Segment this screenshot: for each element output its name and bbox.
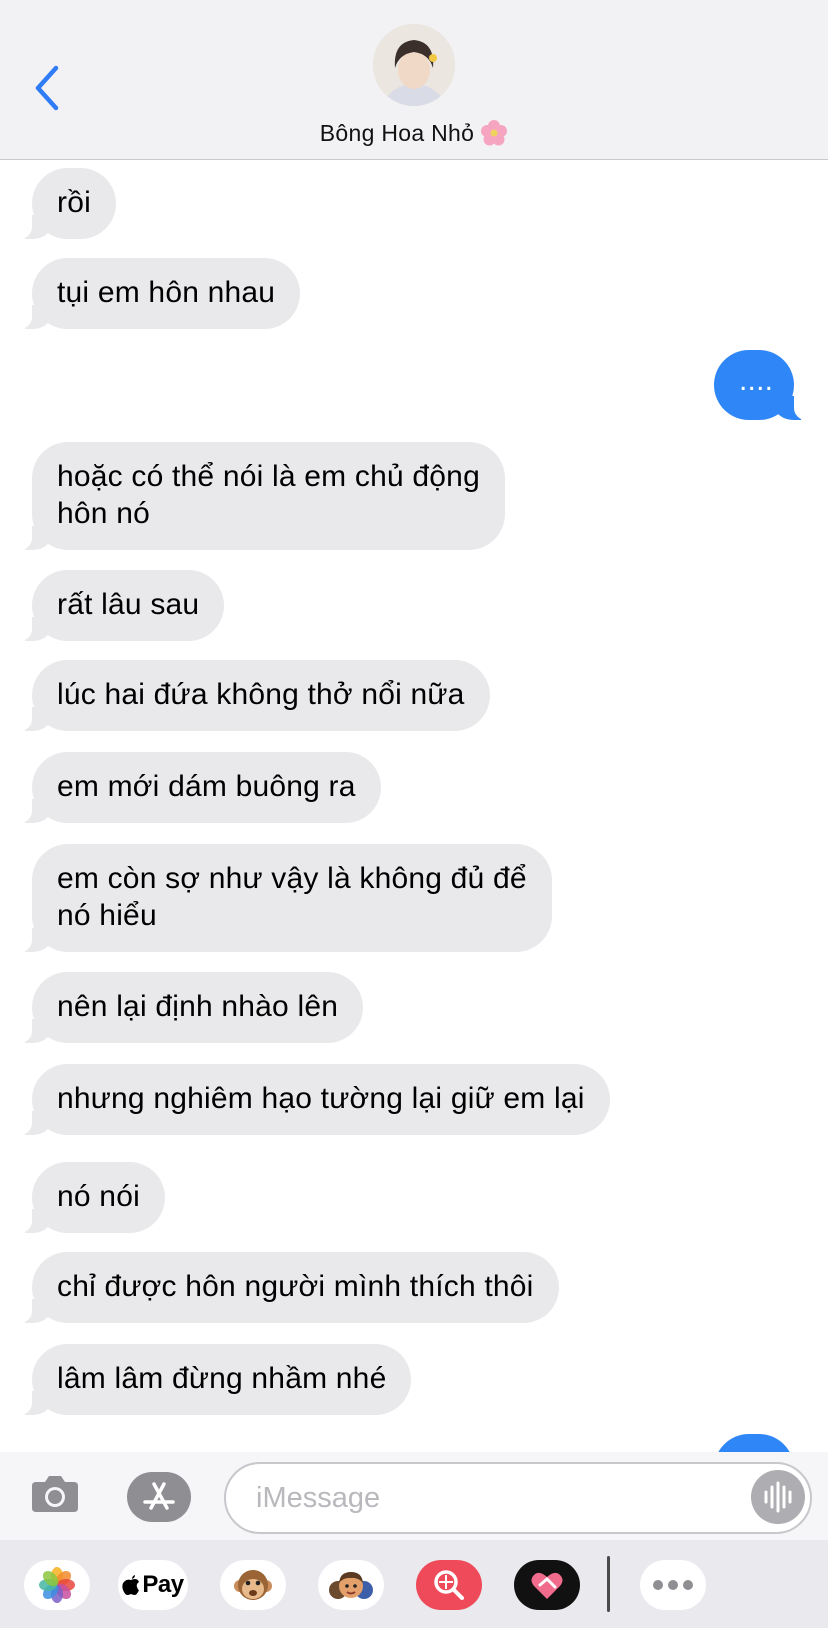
imessage-text-field[interactable] bbox=[224, 1462, 812, 1534]
back-button[interactable] bbox=[30, 62, 66, 114]
cherry-blossom-icon bbox=[480, 119, 508, 153]
animoji-icon bbox=[234, 1570, 272, 1600]
digital-touch-icon bbox=[531, 1572, 563, 1599]
message-text-line: hoặc có thể nói là em chủ động bbox=[57, 460, 480, 493]
more-icon bbox=[653, 1580, 693, 1590]
message-text-line: nó hiểu bbox=[57, 899, 157, 932]
message-text: lúc hai đứa không thở nổi nữa bbox=[57, 678, 465, 711]
chevron-left-icon bbox=[35, 65, 59, 111]
app-store-icon bbox=[143, 1482, 175, 1510]
message-bubble-incoming[interactable]: nó nói bbox=[18, 1162, 165, 1233]
message-input[interactable] bbox=[256, 1482, 736, 1515]
photos-icon bbox=[39, 1567, 75, 1603]
contact-name-row[interactable]: Bông Hoa Nhỏ bbox=[0, 119, 828, 153]
camera-icon bbox=[32, 1476, 78, 1512]
message-bubble-incoming[interactable]: rất lâu sau bbox=[17, 570, 225, 641]
message-bubble-incoming[interactable]: chỉ được hôn người mình thích thôi bbox=[18, 1252, 559, 1323]
message-text: .... bbox=[739, 364, 774, 397]
message-bubble-incoming[interactable]: em mới dám buông ra bbox=[18, 752, 381, 823]
message-text: rồi bbox=[57, 186, 91, 219]
apple-pay-app-button[interactable]: Pay bbox=[118, 1560, 188, 1610]
digital-touch-app-button[interactable] bbox=[514, 1560, 580, 1610]
message-text: em mới dám buông ra bbox=[57, 770, 356, 803]
message-bubble-incoming[interactable]: em còn sợ như vậy là không đủ để nó hiểu bbox=[18, 844, 552, 952]
message-bubble-incoming[interactable]: tụi em hôn nhau bbox=[17, 258, 301, 329]
app-store-button[interactable] bbox=[127, 1472, 191, 1522]
apple-pay-icon bbox=[122, 1575, 140, 1595]
message-bubble-incoming[interactable]: hoặc có thể nói là em chủ động hôn nó bbox=[18, 442, 505, 550]
app-drawer-divider bbox=[607, 1556, 610, 1612]
compose-bar bbox=[0, 1452, 828, 1540]
message-bubble-incoming[interactable]: nhưng nghiêm hạo tường lại giữ em lại bbox=[18, 1064, 610, 1135]
conversation-header: Bông Hoa Nhỏ bbox=[0, 0, 828, 160]
message-bubble-incoming[interactable]: lâm lâm đừng nhầm nhé bbox=[17, 1344, 412, 1415]
message-text: tụi em hôn nhau bbox=[57, 276, 276, 309]
memoji-stickers-app-button[interactable] bbox=[318, 1560, 384, 1610]
message-text: nhưng nghiêm hạo tường lại giữ em lại bbox=[57, 1082, 585, 1115]
audio-message-button[interactable] bbox=[751, 1470, 805, 1524]
imessage-app-drawer: Pay bbox=[0, 1540, 828, 1628]
message-bubble-incoming[interactable]: nên lại định nhào lên bbox=[17, 972, 364, 1043]
message-bubble-incoming[interactable]: rồi bbox=[18, 168, 116, 239]
animoji-app-button[interactable] bbox=[220, 1560, 286, 1610]
message-text: nên lại định nhào lên bbox=[57, 990, 339, 1023]
memoji-stickers-icon bbox=[329, 1572, 373, 1599]
message-text: nó nói bbox=[57, 1180, 140, 1213]
camera-button[interactable] bbox=[30, 1472, 80, 1514]
audio-waveform-icon bbox=[764, 1481, 792, 1513]
image-search-icon bbox=[434, 1570, 464, 1600]
message-text: rất lâu sau bbox=[57, 588, 200, 621]
message-text: chỉ được hôn người mình thích thôi bbox=[57, 1270, 534, 1303]
message-text-line: hôn nó bbox=[57, 497, 150, 530]
message-text-line: em còn sợ như vậy là không đủ để bbox=[57, 862, 527, 895]
contact-avatar[interactable] bbox=[373, 24, 455, 106]
apple-pay-label: Pay bbox=[142, 1571, 184, 1598]
message-bubble-outgoing-partial[interactable] bbox=[714, 1434, 794, 1452]
contact-name: Bông Hoa Nhỏ bbox=[319, 120, 475, 146]
photos-app-button[interactable] bbox=[24, 1560, 90, 1610]
message-list[interactable]: rồi tụi em hôn nhau .... hoặc có thể nói… bbox=[0, 160, 828, 1452]
message-text: lâm lâm đừng nhầm nhé bbox=[57, 1362, 387, 1395]
image-search-app-button[interactable] bbox=[416, 1560, 482, 1610]
more-apps-button[interactable] bbox=[640, 1560, 706, 1610]
message-bubble-incoming[interactable]: lúc hai đứa không thở nổi nữa bbox=[18, 660, 490, 731]
message-bubble-outgoing[interactable]: .... bbox=[714, 350, 808, 420]
